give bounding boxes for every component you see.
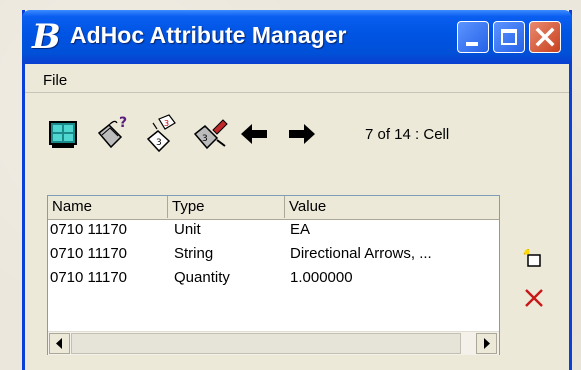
paint-tag-button[interactable]: 3 (193, 116, 229, 156)
scroll-right-button[interactable] (476, 333, 497, 354)
column-value[interactable]: Value (285, 196, 499, 218)
menu-file[interactable]: File (43, 72, 67, 89)
list-header: Name Type Value (48, 196, 499, 220)
table-row[interactable]: 0710 11170 String Directional Arrows, ..… (48, 243, 499, 265)
row-type: String (174, 245, 214, 262)
previous-button[interactable] (239, 122, 269, 150)
minimize-icon (466, 42, 478, 46)
title-bar[interactable]: B AdHoc Attribute Manager (22, 10, 572, 64)
row-name: 0710 11170 (50, 269, 128, 286)
query-tag-button[interactable]: ? (97, 113, 131, 155)
maximize-icon (501, 29, 517, 45)
table-row[interactable]: 0710 11170 Unit EA (48, 219, 499, 241)
svg-text:?: ? (119, 115, 127, 131)
row-type: Unit (174, 221, 201, 238)
svg-text:3: 3 (202, 134, 208, 144)
maximize-button[interactable] (493, 21, 525, 53)
next-button[interactable] (287, 122, 317, 150)
scroll-right-icon (484, 338, 490, 349)
close-button[interactable] (529, 21, 561, 53)
grid-view-icon (49, 121, 77, 148)
table-row[interactable]: 0710 11170 Quantity 1.000000 (48, 267, 499, 289)
tag-paint-icon: 3 (193, 119, 228, 150)
window-title: AdHoc Attribute Manager (70, 22, 347, 48)
horizontal-scrollbar[interactable] (48, 331, 499, 355)
row-value: Directional Arrows, ... (290, 245, 432, 262)
menu-bar: File (25, 68, 569, 93)
row-value: EA (290, 221, 311, 238)
app-logo-icon: B (32, 17, 61, 57)
row-value: 1.000000 (290, 269, 353, 286)
edit-tag-button[interactable]: 3 3 (145, 113, 179, 157)
record-status: 7 of 14 : Cell (365, 126, 450, 143)
close-icon (535, 27, 555, 47)
column-type[interactable]: Type (168, 196, 285, 218)
row-name: 0710 11170 (50, 221, 128, 238)
tag-edit-icon: 3 3 (146, 114, 176, 153)
row-type: Quantity (174, 269, 230, 286)
scroll-left-button[interactable] (49, 333, 70, 354)
minimize-button[interactable] (457, 21, 489, 53)
delete-icon (525, 289, 543, 307)
arrow-left-icon (241, 124, 267, 144)
new-attribute-icon (523, 249, 541, 267)
grid-view-button[interactable] (49, 120, 79, 154)
delete-button[interactable] (523, 287, 545, 313)
column-name[interactable]: Name (48, 196, 168, 218)
tag-query-icon: ? (97, 115, 127, 149)
svg-text:3: 3 (164, 119, 169, 128)
attribute-list[interactable]: Name Type Value 0710 11170 Unit EA 0710 … (47, 195, 500, 355)
row-name: 0710 11170 (50, 245, 128, 262)
scroll-left-icon (56, 338, 62, 349)
new-attribute-button[interactable] (523, 248, 545, 274)
attribute-manager-window: B AdHoc Attribute Manager File ? 3 3 3 7… (22, 10, 572, 370)
scroll-thumb[interactable] (71, 333, 461, 354)
svg-text:3: 3 (156, 138, 162, 148)
arrow-right-icon (289, 124, 315, 144)
